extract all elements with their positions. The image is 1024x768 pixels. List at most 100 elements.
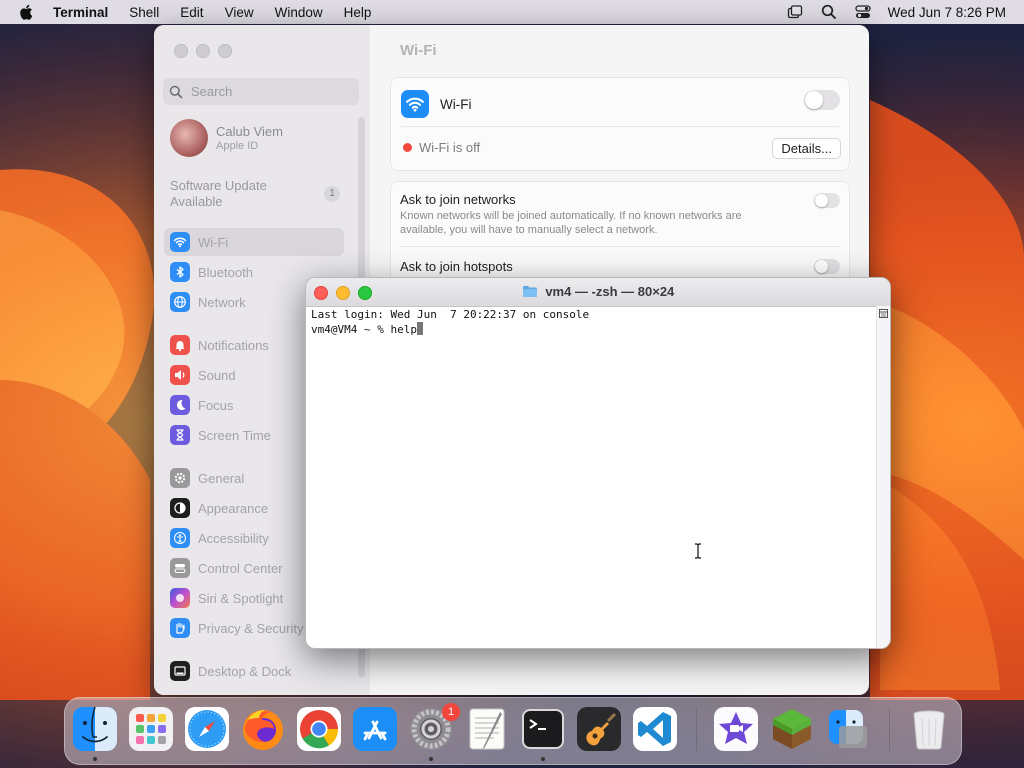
launchpad-icon [129,707,173,751]
wifi-status-text: Wi-Fi is off [419,140,481,155]
divider [400,246,840,247]
dock-separator [696,708,697,752]
sidebar-item-wifi[interactable]: Wi-Fi [164,228,344,256]
speaker-icon [170,365,190,385]
control-center-icon [170,558,190,578]
spotlight-search-icon[interactable] [820,3,838,21]
details-button[interactable]: Details... [772,138,841,159]
dock-textedit[interactable] [464,706,510,752]
dock: 1 [64,697,962,765]
split-pane-icon[interactable] [879,309,888,318]
dock-app-store[interactable] [352,706,398,752]
running-indicator [93,757,97,761]
sidebar-item-label: Appearance [198,500,269,516]
dock-firefox[interactable] [240,706,286,752]
ask-networks-description: Known networks will be joined automatica… [400,210,742,236]
terminal-titlebar[interactable]: vm4 — -zsh — 80×24 [306,278,890,307]
dock-imovie[interactable] [713,706,759,752]
notification-badge: 1 [442,703,460,721]
wifi-icon [170,232,190,252]
dock-finder-folder[interactable] [825,706,871,752]
software-update-label-2: Available [170,194,223,209]
last-login-line: Last login: Wed Jun 7 20:22:37 on consol… [311,308,590,321]
status-dot [403,143,412,152]
dock-trash[interactable] [906,706,952,752]
menu-app-name[interactable]: Terminal [53,5,108,20]
sidebar-item-label: Bluetooth [198,264,253,280]
sidebar-item-label: Siri & Spotlight [198,590,284,606]
safari-icon [185,707,229,751]
search-field[interactable] [163,78,359,105]
dock-icon [170,661,190,681]
terminal-scrollbar[interactable] [876,306,890,648]
dock-finder[interactable] [72,706,118,752]
terminal-title: vm4 — -zsh — 80×24 [545,284,675,299]
wifi-panel: Wi-Fi Wi-Fi is off Details... [390,77,850,171]
wifi-label: Wi-Fi [440,96,472,112]
minimize-button[interactable] [196,44,210,58]
search-input[interactable] [189,83,353,100]
sidebar-item-label: Notifications [198,337,269,353]
dock-safari[interactable] [184,706,230,752]
dock-separator [889,708,890,752]
sidebar-item-label: Sound [198,367,236,383]
sidebar-item-label: Wi-Fi [198,234,229,250]
gear-icon [170,468,190,488]
dock-launchpad[interactable] [128,706,174,752]
trash-icon [913,710,945,750]
sidebar-item-label: Accessibility [198,530,269,546]
dock-terminal[interactable] [520,706,566,752]
menu-clock[interactable]: Wed Jun 7 8:26 PM [888,5,1006,20]
menu-shell[interactable]: Shell [129,5,159,20]
ask-networks-toggle[interactable] [814,193,840,208]
apple-id-account[interactable]: Calub Viem Apple ID [170,119,283,157]
textedit-icon [469,708,505,750]
apple-logo-icon[interactable] [18,3,36,21]
window-switcher-icon[interactable] [786,3,804,21]
finder-folder-icon [829,710,867,748]
ibeam-cursor-icon [695,543,701,559]
ask-hotspots-toggle[interactable] [814,259,840,274]
account-sub: Apple ID [216,140,259,152]
ask-networks-title: Ask to join networks [400,192,516,207]
control-center-icon[interactable] [854,3,872,21]
sidebar-item-label: Network [198,294,246,310]
app-store-icon [353,707,397,751]
typed-command: help [390,323,417,336]
menu-edit[interactable]: Edit [180,5,203,20]
sidebar-item-label: Privacy & Security [198,620,304,636]
menu-window[interactable]: Window [275,5,323,20]
window-controls [174,44,240,58]
close-button[interactable] [174,44,188,58]
dock-vscode[interactable] [632,706,678,752]
prompt: vm4@VM4 ~ % [311,323,391,336]
sidebar-item-label: Focus [198,397,234,413]
hand-icon [170,618,190,638]
dock-minecraft[interactable] [769,706,815,752]
search-icon [169,85,183,98]
dock-garageband[interactable] [576,706,622,752]
sidebar-item-label: Screen Time [198,427,271,443]
software-update-label-1: Software Update [170,178,267,193]
sidebar-item-label: Desktop & Dock [198,663,292,679]
text-cursor [416,322,423,335]
vscode-icon [633,707,677,751]
menu-bar: Terminal Shell Edit View Window Help Wed… [0,0,1024,24]
page-title: Wi-Fi [400,42,437,59]
bell-icon [170,335,190,355]
wifi-toggle[interactable] [804,90,840,110]
imovie-icon [714,707,758,751]
dock-chrome[interactable] [296,706,342,752]
software-update-item[interactable]: Software Update Available 1 [170,178,340,210]
menu-help[interactable]: Help [344,5,372,20]
sidebar-item-label: Control Center [198,560,283,576]
terminal-output[interactable]: Last login: Wed Jun 7 20:22:37 on consol… [311,308,871,337]
hourglass-icon [170,425,190,445]
menu-view[interactable]: View [225,5,254,20]
folder-icon [522,286,537,297]
accessibility-icon [170,528,190,548]
zoom-button[interactable] [218,44,232,58]
garageband-icon [577,707,621,751]
firefox-icon [243,710,283,750]
sidebar-item-desktop-dock[interactable]: Desktop & Dock [164,657,344,685]
